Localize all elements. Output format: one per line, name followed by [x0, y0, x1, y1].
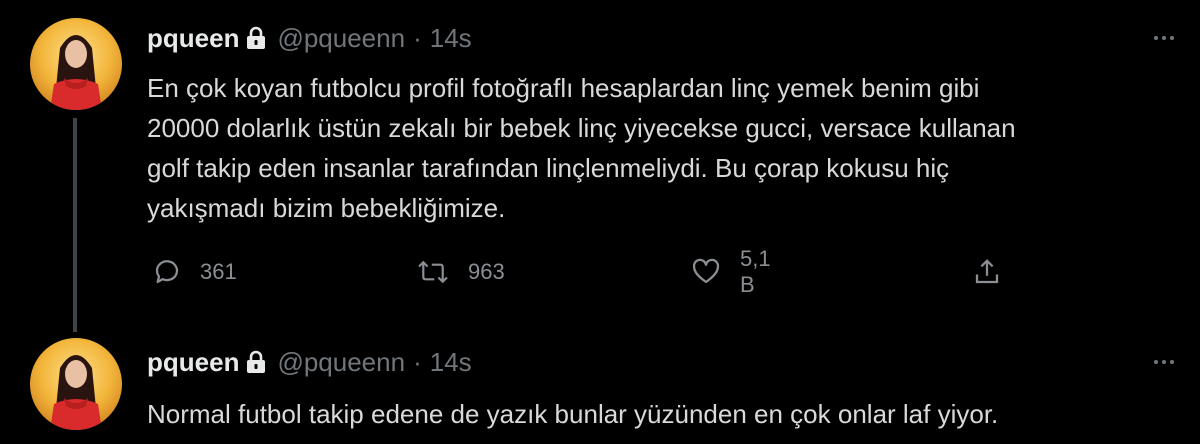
share-button[interactable] [972, 254, 1002, 290]
tweet[interactable]: pqueen @pqueenn · 14s En çok koyan futbo… [0, 0, 1200, 332]
tweet-text-line: golf takip eden insanlar tarafından linç… [147, 153, 950, 183]
author-name[interactable]: pqueen [147, 347, 239, 378]
tweet-header: pqueen @pqueenn · 14s [147, 22, 472, 54]
lock-icon [245, 26, 267, 50]
author-handle[interactable]: @pqueenn [277, 23, 405, 54]
tweet-text: En çok koyan futbolcu profil fotoğraflı … [147, 68, 1147, 228]
share-icon [972, 257, 1002, 287]
tweet-text-line: 20000 dolarlık üstün zekalı bir bebek li… [147, 113, 1016, 143]
more-icon[interactable] [1154, 36, 1174, 40]
reply-icon [152, 257, 182, 287]
retweet-count: 963 [468, 259, 505, 284]
tweet-text-line: Normal futbol takip edene de yazık bunla… [147, 399, 999, 429]
separator-dot: · [413, 346, 422, 377]
tweet[interactable]: pqueen @pqueenn · 14s Normal futbol taki… [0, 318, 1200, 444]
like-icon [690, 257, 722, 287]
timestamp[interactable]: 14s [430, 23, 472, 54]
retweet-button[interactable]: 963 [416, 254, 505, 290]
retweet-icon [416, 257, 450, 287]
author-handle[interactable]: @pqueenn [277, 347, 405, 378]
more-icon[interactable] [1154, 360, 1174, 364]
like-count: 5,1 B [740, 246, 771, 297]
thread-line [73, 118, 77, 332]
lock-icon [245, 350, 267, 374]
like-button[interactable]: 5,1 B [690, 246, 771, 297]
timestamp[interactable]: 14s [430, 347, 472, 378]
tweet-header: pqueen @pqueenn · 14s [147, 346, 472, 378]
avatar[interactable] [30, 338, 122, 430]
reply-button[interactable]: 361 [152, 254, 237, 290]
separator-dot: · [413, 22, 422, 53]
tweet-text-line: yakışmadı bizim bebekliğimize. [147, 193, 506, 223]
tweet-text-line: En çok koyan futbolcu profil fotoğraflı … [147, 73, 980, 103]
author-name[interactable]: pqueen [147, 23, 239, 54]
reply-count: 361 [200, 259, 237, 284]
avatar[interactable] [30, 18, 122, 110]
tweet-text: Normal futbol takip edene de yazık bunla… [147, 394, 1147, 434]
